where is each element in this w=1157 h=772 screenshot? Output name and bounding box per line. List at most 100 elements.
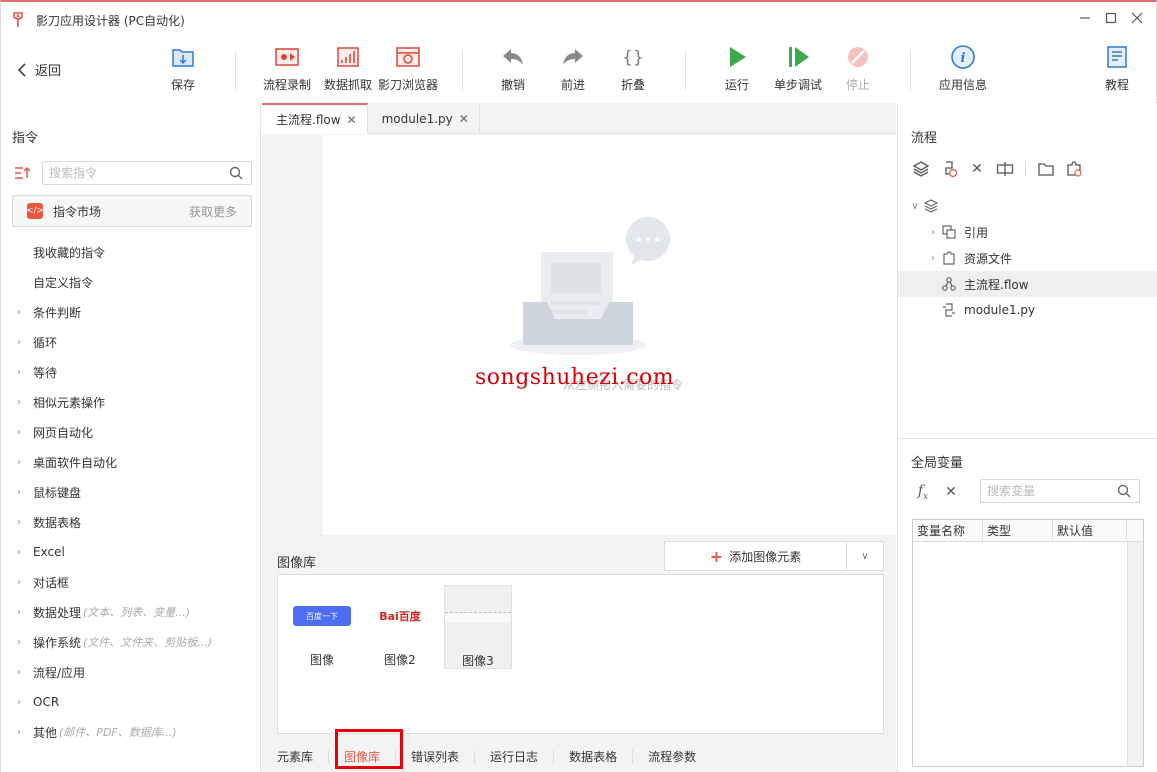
run-button[interactable]: 运行	[702, 44, 772, 93]
image-thumbnail-selected[interactable]: 图像3	[444, 585, 512, 669]
command-category-item[interactable]: › Excel	[1, 537, 260, 567]
chevron-right-icon[interactable]: ›	[1, 577, 33, 588]
command-category-item[interactable]: › OCR	[1, 687, 260, 717]
add-flow-icon[interactable]	[910, 158, 932, 180]
market-more-link[interactable]: 获取更多	[189, 203, 237, 220]
command-category-label: 流程/应用	[33, 665, 86, 680]
back-button[interactable]: 返回	[17, 60, 61, 79]
folder-icon[interactable]	[1035, 158, 1057, 180]
flow-tree-item[interactable]: › 引用	[898, 219, 1157, 245]
tab-module1[interactable]: module1.py ✕	[368, 103, 480, 134]
chevron-right-icon[interactable]: ›	[1, 397, 33, 408]
flow-tree-item[interactable]: module1.py	[898, 297, 1157, 323]
chevron-right-icon[interactable]: ›	[1, 307, 33, 318]
image-thumbnail[interactable]: 百度一下 图像	[288, 585, 356, 669]
chevron-right-icon[interactable]: ›	[1, 607, 33, 618]
command-category-item[interactable]: › 鼠标键盘	[1, 477, 260, 507]
col-type[interactable]: 类型	[983, 520, 1053, 541]
flow-tree-item[interactable]: ∨	[898, 193, 1157, 219]
command-category-item[interactable]: › 条件判断	[1, 297, 260, 327]
tab-main-flow[interactable]: 主流程.flow ✕	[262, 103, 368, 134]
chevron-right-icon[interactable]: ›	[1, 367, 33, 378]
command-category-item[interactable]: 我收藏的指令	[1, 237, 260, 267]
plugin-icon[interactable]	[1063, 158, 1085, 180]
tutorial-button[interactable]: 教程	[1082, 44, 1152, 93]
image-thumbnail[interactable]: Bai百度 图像2	[366, 585, 434, 669]
col-default[interactable]: 默认值	[1053, 520, 1127, 541]
command-category-item[interactable]: › 循环	[1, 327, 260, 357]
var-search-input[interactable]	[981, 480, 1109, 502]
chevron-right-icon[interactable]: ›	[1, 727, 33, 738]
chevron-right-icon[interactable]: ›	[1, 697, 33, 708]
baidu-button-preview: 百度一下	[293, 606, 351, 626]
close-tab-icon[interactable]: ✕	[347, 113, 357, 127]
browser-button[interactable]: 影刀浏览器	[373, 44, 443, 93]
flow-tree-item[interactable]: 主流程.flow	[898, 271, 1157, 297]
command-category-item[interactable]: › 网页自动化	[1, 417, 260, 447]
record-button[interactable]: 流程录制	[252, 44, 322, 93]
command-category-item[interactable]: › 等待	[1, 357, 260, 387]
rename-icon[interactable]	[994, 158, 1016, 180]
close-button[interactable]	[1129, 10, 1145, 26]
delete-icon[interactable]: ✕	[966, 158, 988, 180]
close-tab-icon[interactable]: ✕	[459, 112, 469, 126]
tab-error-list[interactable]: 错误列表	[396, 750, 476, 764]
command-category-item[interactable]: 自定义指令	[1, 267, 260, 297]
chevron-right-icon[interactable]: ›	[1, 337, 33, 348]
flow-tree-item[interactable]: › 资源文件	[898, 245, 1157, 271]
fx-add-icon[interactable]: fx	[912, 481, 934, 503]
chevron-right-icon[interactable]: ›	[926, 227, 940, 238]
vertical-scrollbar[interactable]	[1127, 542, 1143, 766]
minimize-button[interactable]	[1077, 10, 1093, 26]
delete-var-icon[interactable]: ✕	[940, 481, 962, 503]
svg-text:i: i	[961, 51, 966, 66]
add-image-button[interactable]: + 添加图像元素 ∨	[664, 541, 884, 571]
maximize-button[interactable]	[1103, 10, 1119, 26]
command-category-item[interactable]: › 操作系统 (文件、文件夹、剪贴板...)	[1, 627, 260, 657]
panel-divider	[898, 438, 1157, 439]
command-category-item[interactable]: › 桌面软件自动化	[1, 447, 260, 477]
command-category-item[interactable]: › 数据表格	[1, 507, 260, 537]
fold-button[interactable]: {} 折叠	[598, 44, 668, 93]
flow-canvas[interactable]: 从左侧拖入需要的指令 songshuhezi.com	[323, 135, 896, 535]
search-icon[interactable]	[229, 166, 243, 180]
col-var-name[interactable]: 变量名称	[913, 520, 983, 541]
app-info-label: 应用信息	[938, 78, 987, 92]
tab-element-library[interactable]: 元素库	[262, 750, 330, 764]
stop-button[interactable]: 停止	[823, 44, 893, 93]
sort-icon[interactable]	[12, 163, 34, 183]
app-info-button[interactable]: i 应用信息	[928, 44, 998, 93]
table-header: 变量名称 类型 默认值	[913, 520, 1143, 542]
chevron-right-icon[interactable]: ›	[1, 637, 33, 648]
command-market-button[interactable]: </> 指令市场 获取更多	[12, 195, 252, 227]
command-category-item[interactable]: › 其他 (邮件、PDF、数据库...)	[1, 717, 260, 747]
save-button[interactable]: 保存	[148, 44, 218, 93]
command-search-box	[42, 161, 252, 185]
save-icon	[172, 49, 194, 67]
add-module-icon[interactable]	[938, 158, 960, 180]
tab-run-log[interactable]: 运行日志	[475, 750, 555, 764]
chevron-right-icon[interactable]: ›	[1, 517, 33, 528]
chevron-right-icon[interactable]: ›	[1, 427, 33, 438]
chevron-right-icon[interactable]: ›	[1, 547, 33, 558]
puzzle-icon	[1067, 161, 1082, 177]
info-icon: i	[951, 45, 975, 69]
chevron-right-icon[interactable]: ›	[1, 667, 33, 678]
command-category-item[interactable]: › 对话框	[1, 567, 260, 597]
command-category-item[interactable]: › 相似元素操作	[1, 387, 260, 417]
chevron-down-icon[interactable]: ∨	[908, 201, 922, 212]
chevron-down-icon[interactable]: ∨	[847, 551, 883, 562]
browser-icon	[396, 47, 420, 67]
image-caption: 图像	[309, 653, 334, 667]
chevron-right-icon[interactable]: ›	[926, 253, 940, 264]
chevron-right-icon[interactable]: ›	[1, 487, 33, 498]
command-category-item[interactable]: › 流程/应用	[1, 657, 260, 687]
tab-flow-params[interactable]: 流程参数	[633, 750, 711, 764]
add-image-main[interactable]: + 添加图像元素	[665, 542, 847, 570]
tab-data-table[interactable]: 数据表格	[554, 750, 634, 764]
rename-field-icon	[996, 162, 1014, 176]
command-search-input[interactable]	[43, 162, 223, 184]
search-icon[interactable]	[1117, 484, 1131, 498]
chevron-right-icon[interactable]: ›	[1, 457, 33, 468]
command-category-item[interactable]: › 数据处理 (文本、列表、变量...)	[1, 597, 260, 627]
